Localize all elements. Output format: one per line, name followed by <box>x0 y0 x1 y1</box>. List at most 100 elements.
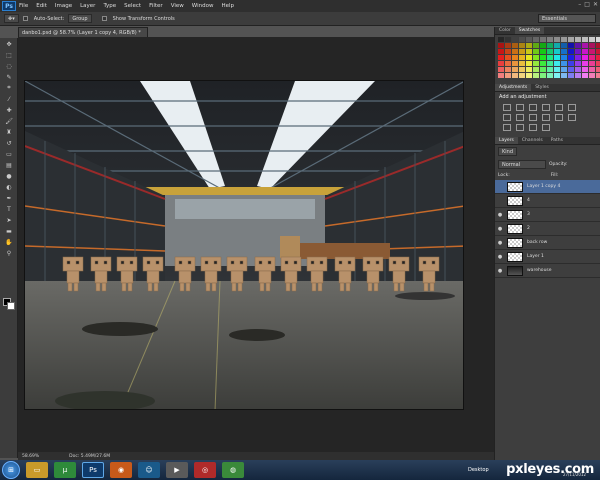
swatch[interactable] <box>554 73 560 78</box>
swatch[interactable] <box>596 61 600 66</box>
swatch[interactable] <box>547 67 553 72</box>
move-tool-preset[interactable]: ✥▾ <box>4 14 19 23</box>
menu-filter[interactable]: Filter <box>149 3 163 9</box>
swatch[interactable] <box>526 37 532 42</box>
healing-tool-icon[interactable]: ✚ <box>2 105 16 115</box>
swatch[interactable] <box>582 55 588 60</box>
vibrance-icon[interactable] <box>555 104 563 111</box>
levels-icon[interactable] <box>516 104 524 111</box>
gradient-map-icon[interactable] <box>529 124 537 131</box>
swatch[interactable] <box>596 73 600 78</box>
swatch[interactable] <box>554 61 560 66</box>
layer-row[interactable]: Layer 1 copy 4 <box>495 180 600 194</box>
swatch[interactable] <box>540 37 546 42</box>
layer-row[interactable]: ● back row <box>495 236 600 250</box>
minimize-icon[interactable]: – <box>578 1 581 8</box>
swatch[interactable] <box>568 61 574 66</box>
swatch[interactable] <box>519 49 525 54</box>
desktop-label[interactable]: Desktop <box>468 467 489 473</box>
swatch[interactable] <box>596 49 600 54</box>
curves-icon[interactable] <box>529 104 537 111</box>
menu-select[interactable]: Select <box>124 3 141 9</box>
media-player-icon[interactable]: ▶ <box>166 462 188 478</box>
swatch[interactable] <box>568 67 574 72</box>
swatch[interactable] <box>589 67 595 72</box>
swatch[interactable] <box>512 43 518 48</box>
eyedropper-tool-icon[interactable]: ⁄ <box>2 94 16 104</box>
menu-file[interactable]: File <box>19 3 28 9</box>
swatch[interactable] <box>554 67 560 72</box>
zoom-level[interactable]: 58.69% <box>22 454 39 459</box>
swatch[interactable] <box>561 43 567 48</box>
quick-select-tool-icon[interactable]: ✎ <box>2 72 16 82</box>
eraser-tool-icon[interactable]: ▭ <box>2 149 16 159</box>
tab-styles[interactable]: Styles <box>531 84 553 91</box>
visibility-eye-icon[interactable]: ● <box>495 268 505 274</box>
swatch[interactable] <box>561 61 567 66</box>
path-select-icon[interactable]: ➤ <box>2 215 16 225</box>
close-icon[interactable]: ✕ <box>593 1 598 8</box>
swatch[interactable] <box>596 43 600 48</box>
swatch[interactable] <box>547 55 553 60</box>
swatch[interactable] <box>519 61 525 66</box>
photo-filter-icon[interactable] <box>529 114 537 121</box>
swatch[interactable] <box>568 43 574 48</box>
swatch[interactable] <box>533 61 539 66</box>
swatch[interactable] <box>589 55 595 60</box>
swatch[interactable] <box>561 73 567 78</box>
gradient-tool-icon[interactable]: ▤ <box>2 160 16 170</box>
swatch[interactable] <box>526 61 532 66</box>
swatch[interactable] <box>575 49 581 54</box>
swatch[interactable] <box>575 43 581 48</box>
hand-tool-icon[interactable]: ✋ <box>2 237 16 247</box>
swatch[interactable] <box>596 37 600 42</box>
swatch[interactable] <box>575 67 581 72</box>
lasso-tool-icon[interactable]: ◌ <box>2 61 16 71</box>
swatch[interactable] <box>582 67 588 72</box>
swatches-grid[interactable] <box>495 35 600 80</box>
swatch[interactable] <box>533 37 539 42</box>
explorer-icon[interactable]: ▭ <box>26 462 48 478</box>
swatch[interactable] <box>561 49 567 54</box>
swatch[interactable] <box>554 49 560 54</box>
blur-tool-icon[interactable]: ● <box>2 171 16 181</box>
swatch[interactable] <box>519 43 525 48</box>
swatch[interactable] <box>526 55 532 60</box>
posterize-icon[interactable] <box>503 124 511 131</box>
layer-row[interactable]: ● 2 <box>495 222 600 236</box>
auto-select-checkbox[interactable] <box>22 16 28 21</box>
marquee-tool-icon[interactable]: ⬚ <box>2 50 16 60</box>
tab-layers[interactable]: Layers <box>495 137 518 144</box>
doc-size[interactable]: Doc: 5.49M/27.6M <box>69 454 110 459</box>
color-balance-icon[interactable] <box>503 114 511 121</box>
swatch[interactable] <box>547 43 553 48</box>
swatch[interactable] <box>505 37 511 42</box>
swatch[interactable] <box>568 37 574 42</box>
swatch[interactable] <box>589 73 595 78</box>
swatch[interactable] <box>505 61 511 66</box>
swatch[interactable] <box>519 37 525 42</box>
swatch[interactable] <box>575 37 581 42</box>
swatch[interactable] <box>498 55 504 60</box>
menu-image[interactable]: Image <box>55 3 72 9</box>
menu-type[interactable]: Type <box>103 3 116 9</box>
swatch[interactable] <box>547 37 553 42</box>
swatch[interactable] <box>540 67 546 72</box>
swatch[interactable] <box>533 67 539 72</box>
swatch[interactable] <box>582 43 588 48</box>
exposure-icon[interactable] <box>542 104 550 111</box>
swatch[interactable] <box>526 67 532 72</box>
swatch[interactable] <box>498 73 504 78</box>
swatch[interactable] <box>561 67 567 72</box>
tab-channels[interactable]: Channels <box>518 137 547 144</box>
swatch[interactable] <box>526 49 532 54</box>
image-canvas[interactable] <box>24 80 464 410</box>
visibility-eye-icon[interactable]: ● <box>495 240 505 246</box>
layer-row[interactable]: ● Layer 1 <box>495 250 600 264</box>
swatch[interactable] <box>533 73 539 78</box>
selective-color-icon[interactable] <box>542 124 550 131</box>
swatch[interactable] <box>505 67 511 72</box>
swatch[interactable] <box>498 43 504 48</box>
menu-edit[interactable]: Edit <box>36 3 47 9</box>
background-color-swatch[interactable] <box>7 302 15 310</box>
